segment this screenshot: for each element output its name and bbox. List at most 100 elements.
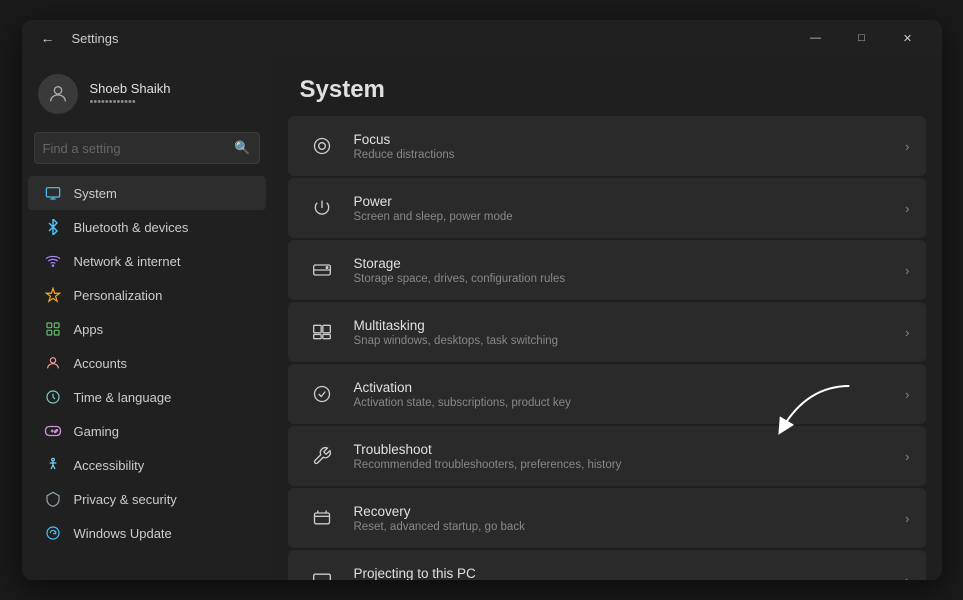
troubleshoot-icon-wrap xyxy=(304,438,340,474)
sidebar-label-time: Time & language xyxy=(74,390,172,405)
sidebar-item-time[interactable]: Time & language xyxy=(28,380,266,414)
focus-text: Focus Reduce distractions xyxy=(354,132,906,161)
title-bar-left: ← Settings xyxy=(34,24,119,52)
settings-list: Focus Reduce distractions › xyxy=(272,116,942,580)
activation-text: Activation Activation state, subscriptio… xyxy=(354,380,906,409)
page-title: System xyxy=(300,76,914,104)
sidebar-label-update: Windows Update xyxy=(74,526,172,541)
main-header: System xyxy=(272,56,942,116)
setting-projecting[interactable]: Projecting to this PC Permissions, pairi… xyxy=(288,550,926,580)
sidebar-item-network[interactable]: Network & internet xyxy=(28,244,266,278)
content-area: Shoeb Shaikh •••••••••••• 🔍 System xyxy=(22,56,942,580)
focus-name: Focus xyxy=(354,132,906,147)
sidebar-label-apps: Apps xyxy=(74,322,104,337)
settings-window: ← Settings — □ ✕ Shoeb Shaikh ••••••••• xyxy=(22,20,942,580)
setting-power[interactable]: Power Screen and sleep, power mode › xyxy=(288,178,926,238)
projecting-text: Projecting to this PC Permissions, pairi… xyxy=(354,566,906,581)
troubleshoot-name: Troubleshoot xyxy=(354,442,906,457)
setting-activation[interactable]: Activation Activation state, subscriptio… xyxy=(288,364,926,424)
sidebar-label-personalization: Personalization xyxy=(74,288,163,303)
sidebar-label-accessibility: Accessibility xyxy=(74,458,145,473)
activation-name: Activation xyxy=(354,380,906,395)
sidebar-item-apps[interactable]: Apps xyxy=(28,312,266,346)
sidebar-label-bluetooth: Bluetooth & devices xyxy=(74,220,189,235)
user-section: Shoeb Shaikh •••••••••••• xyxy=(22,64,272,128)
activation-icon-wrap xyxy=(304,376,340,412)
multitasking-icon-wrap xyxy=(304,314,340,350)
search-input[interactable] xyxy=(43,141,235,156)
multitasking-text: Multitasking Snap windows, desktops, tas… xyxy=(354,318,906,347)
search-icon: 🔍 xyxy=(234,140,250,156)
recovery-name: Recovery xyxy=(354,504,906,519)
privacy-icon xyxy=(44,490,62,508)
recovery-text: Recovery Reset, advanced startup, go bac… xyxy=(354,504,906,533)
accounts-icon xyxy=(44,354,62,372)
user-email: •••••••••••• xyxy=(90,96,171,108)
window-title: Settings xyxy=(72,31,119,46)
sidebar-label-gaming: Gaming xyxy=(74,424,120,439)
main-content: System Focus Reduce distractions xyxy=(272,56,942,580)
multitasking-name: Multitasking xyxy=(354,318,906,333)
user-name: Shoeb Shaikh xyxy=(90,81,171,96)
title-bar: ← Settings — □ ✕ xyxy=(22,20,942,56)
troubleshoot-chevron: › xyxy=(905,449,909,464)
back-button[interactable]: ← xyxy=(34,24,62,52)
troubleshoot-desc: Recommended troubleshooters, preferences… xyxy=(354,459,906,471)
sidebar-item-system[interactable]: System xyxy=(28,176,266,210)
setting-multitasking[interactable]: Multitasking Snap windows, desktops, tas… xyxy=(288,302,926,362)
storage-desc: Storage space, drives, configuration rul… xyxy=(354,273,906,285)
sidebar-label-system: System xyxy=(74,186,117,201)
window-controls: — □ ✕ xyxy=(794,23,930,53)
sidebar-label-accounts: Accounts xyxy=(74,356,127,371)
multitasking-desc: Snap windows, desktops, task switching xyxy=(354,335,906,347)
projecting-chevron: › xyxy=(905,573,909,581)
bluetooth-icon xyxy=(44,218,62,236)
recovery-chevron: › xyxy=(905,511,909,526)
time-icon xyxy=(44,388,62,406)
sidebar-item-privacy[interactable]: Privacy & security xyxy=(28,482,266,516)
sidebar-item-gaming[interactable]: Gaming xyxy=(28,414,266,448)
setting-troubleshoot[interactable]: Troubleshoot Recommended troubleshooters… xyxy=(288,426,926,486)
maximize-button[interactable]: □ xyxy=(840,23,884,53)
gaming-icon xyxy=(44,422,62,440)
setting-storage[interactable]: Storage Storage space, drives, configura… xyxy=(288,240,926,300)
close-button[interactable]: ✕ xyxy=(886,23,930,53)
power-desc: Screen and sleep, power mode xyxy=(354,211,906,223)
power-name: Power xyxy=(354,194,906,209)
main-content-wrapper: System Focus Reduce distractions xyxy=(272,56,942,580)
search-bar[interactable]: 🔍 xyxy=(34,132,260,164)
focus-chevron: › xyxy=(905,139,909,154)
focus-desc: Reduce distractions xyxy=(354,149,906,161)
sidebar: Shoeb Shaikh •••••••••••• 🔍 System xyxy=(22,56,272,580)
power-chevron: › xyxy=(905,201,909,216)
apps-icon xyxy=(44,320,62,338)
multitasking-chevron: › xyxy=(905,325,909,340)
projecting-icon-wrap xyxy=(304,562,340,580)
system-icon xyxy=(44,184,62,202)
sidebar-item-accounts[interactable]: Accounts xyxy=(28,346,266,380)
setting-focus[interactable]: Focus Reduce distractions › xyxy=(288,116,926,176)
personalization-icon xyxy=(44,286,62,304)
storage-chevron: › xyxy=(905,263,909,278)
sidebar-item-accessibility[interactable]: Accessibility xyxy=(28,448,266,482)
recovery-icon-wrap xyxy=(304,500,340,536)
storage-icon-wrap xyxy=(304,252,340,288)
sidebar-item-bluetooth[interactable]: Bluetooth & devices xyxy=(28,210,266,244)
power-icon-wrap xyxy=(304,190,340,226)
avatar xyxy=(38,74,78,114)
activation-desc: Activation state, subscriptions, product… xyxy=(354,397,906,409)
user-info: Shoeb Shaikh •••••••••••• xyxy=(90,81,171,108)
focus-icon-wrap xyxy=(304,128,340,164)
activation-chevron: › xyxy=(905,387,909,402)
storage-name: Storage xyxy=(354,256,906,271)
recovery-desc: Reset, advanced startup, go back xyxy=(354,521,906,533)
projecting-name: Projecting to this PC xyxy=(354,566,906,581)
sidebar-item-personalization[interactable]: Personalization xyxy=(28,278,266,312)
accessibility-icon xyxy=(44,456,62,474)
setting-recovery[interactable]: Recovery Reset, advanced startup, go bac… xyxy=(288,488,926,548)
sidebar-label-privacy: Privacy & security xyxy=(74,492,177,507)
sidebar-label-network: Network & internet xyxy=(74,254,181,269)
sidebar-item-update[interactable]: Windows Update xyxy=(28,516,266,550)
update-icon xyxy=(44,524,62,542)
minimize-button[interactable]: — xyxy=(794,23,838,53)
